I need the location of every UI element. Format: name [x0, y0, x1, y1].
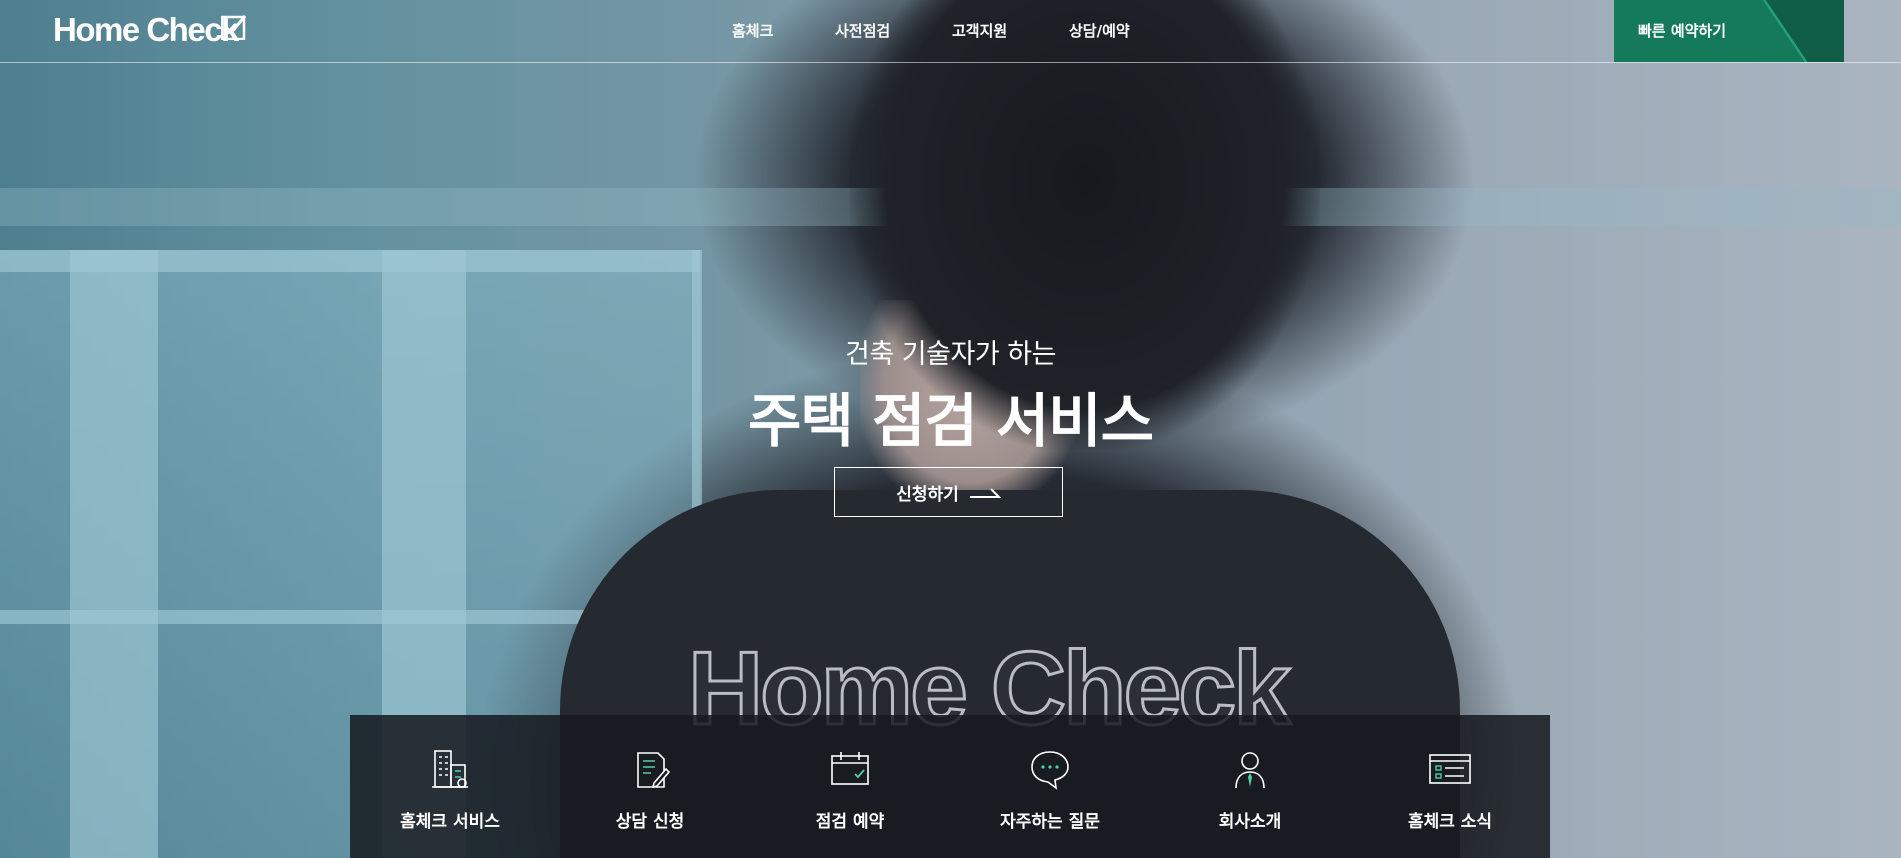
logo-text: Home Check: [53, 11, 239, 48]
quick-menu-company[interactable]: 회사소개: [1150, 715, 1350, 858]
nav-item-consult-reserve[interactable]: 상담/예약: [1069, 20, 1130, 41]
apply-button[interactable]: 신청하기: [834, 467, 1063, 517]
quick-menu-inspection-reserve[interactable]: 점검 예약: [750, 715, 950, 858]
buildings-icon: [432, 750, 468, 788]
nav-item-homecheck[interactable]: 홈체크: [732, 20, 773, 41]
person-icon: [1235, 752, 1265, 789]
chat-bubble-icon: [1031, 751, 1069, 790]
quick-menu-label: 홈체크 서비스: [400, 812, 500, 832]
quick-menu-homecheck-service[interactable]: 홈체크 서비스: [350, 715, 550, 858]
quick-menu-faq[interactable]: 자주하는 질문: [950, 715, 1150, 858]
quick-menu-news[interactable]: 홈체크 소식: [1350, 715, 1550, 858]
document-pen-icon: [637, 752, 671, 789]
nav-item-customer-support[interactable]: 고객지원: [952, 20, 1007, 41]
quick-menu-label: 회사소개: [1218, 812, 1282, 832]
calendar-check-icon: [831, 752, 869, 785]
hero-title: 주택 점검 서비스: [748, 387, 1154, 455]
apply-button-label: 신청하기: [896, 484, 959, 505]
site-header: Home Check 홈체크 사전점검 고객지원 상담/예약 빠른 예약하기: [0, 0, 1901, 63]
quick-reserve-button[interactable]: 빠른 예약하기: [1614, 0, 1844, 62]
check-mark-icon: [221, 15, 247, 40]
nav-item-pre-inspection[interactable]: 사전점검: [835, 20, 890, 41]
quick-menu-label: 자주하는 질문: [1000, 812, 1100, 832]
quick-menu-consultation[interactable]: 상담 신청: [550, 715, 750, 858]
hero-subtitle: 건축 기술자가 하는: [845, 339, 1056, 370]
arrow-right-icon: [969, 488, 1001, 498]
quick-menu-label: 상담 신청: [615, 812, 685, 832]
quick-menu-label: 홈체크 소식: [1407, 812, 1493, 832]
home-check-logo[interactable]: Home Check: [53, 11, 247, 48]
news-icon: [1429, 754, 1471, 784]
quick-reserve-label: 빠른 예약하기: [1638, 22, 1727, 40]
quick-reserve-stripe: [1756, 0, 1844, 62]
quick-menu-label: 점검 예약: [815, 812, 885, 832]
quick-menu: 홈체크 서비스 상담 신청 점검 예약 자주하는 질문 회사소개 홈체크 소식: [350, 715, 1550, 858]
